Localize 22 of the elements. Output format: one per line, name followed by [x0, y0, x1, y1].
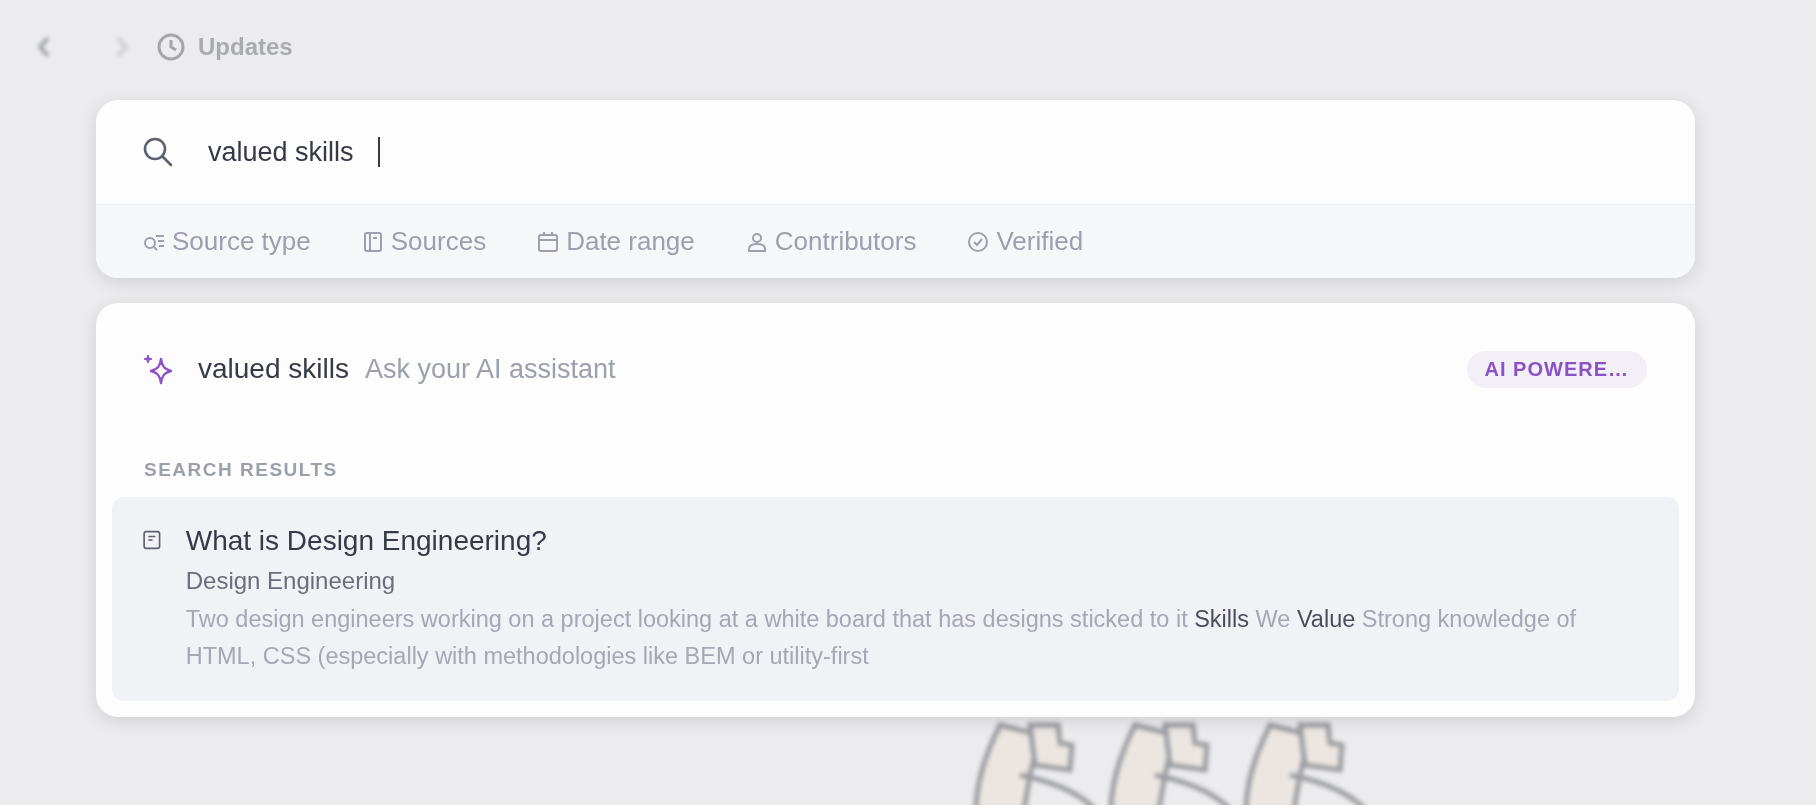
search-field[interactable]: valued skills	[208, 136, 378, 168]
result-item[interactable]	[112, 497, 1679, 701]
ai-powered-badge: AI POWERE…	[1466, 350, 1647, 388]
filter-button[interactable]: Verified	[966, 226, 1084, 257]
filter-button[interactable]: Sources	[360, 226, 487, 257]
breadcrumb-title: Updates	[198, 33, 293, 61]
calendar-icon	[536, 229, 561, 254]
result-snippet: Two design engineers working on a project looking at a white board that has designs sticked to it Skills We Value Strong knowledge of HTML, CSS (especially with methodologies like BEM or utility-first	[185, 605, 1578, 671]
ai-query[interactable]: valued skills	[198, 353, 349, 385]
check-circle-icon	[966, 229, 991, 254]
sparkle-icon	[142, 353, 174, 385]
clock-icon	[156, 32, 186, 62]
search-icon	[142, 136, 174, 168]
result-source: Design Engineering	[185, 567, 397, 595]
filter-button[interactable]: Date range	[536, 226, 695, 257]
back-icon[interactable]	[36, 35, 52, 59]
filter-button[interactable]: Source type	[142, 226, 311, 257]
section-heading: SEARCH RESULTS	[143, 458, 339, 482]
filter-button[interactable]: Contributors	[744, 226, 917, 257]
text-cursor	[378, 137, 380, 167]
result-title: What is Design Engineering?	[185, 525, 548, 557]
ai-hint: Ask your AI assistant	[364, 353, 616, 385]
